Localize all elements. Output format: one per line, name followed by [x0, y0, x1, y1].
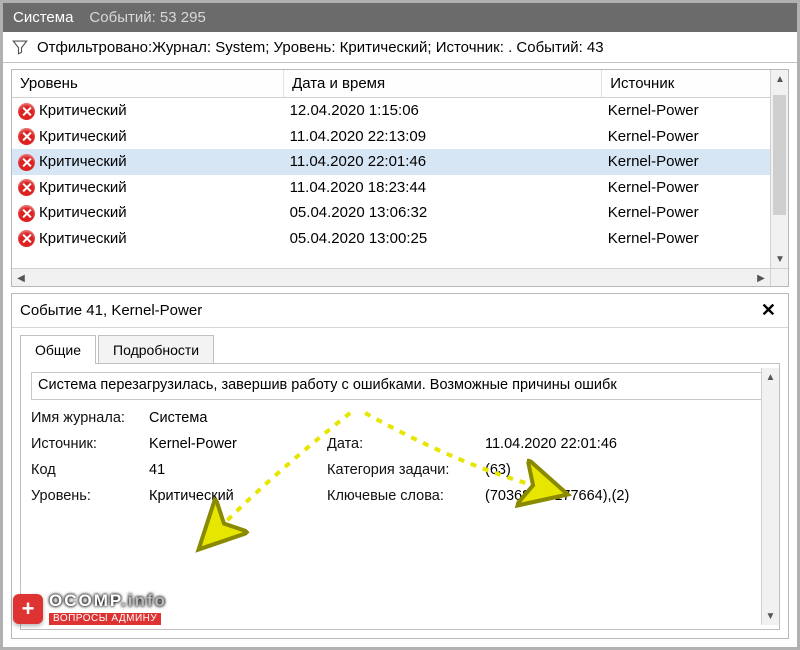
cell-level: Критический [39, 128, 127, 145]
table-row[interactable]: Критический 11.04.2020 22:13:09Kernel-Pow… [12, 124, 788, 150]
title-bar: Система Событий: 53 295 [3, 3, 797, 32]
tab-details[interactable]: Подробности [98, 335, 214, 364]
tab-general[interactable]: Общие [20, 335, 96, 364]
filter-bar: Отфильтровано:Журнал: System; Уровень: К… [3, 32, 797, 63]
cell-source: Kernel-Power [602, 175, 788, 201]
log-name-label: Имя журнала: [31, 410, 141, 426]
events-count: Событий: 53 295 [89, 9, 205, 26]
date-value: 11.04.2020 22:01:46 [485, 436, 769, 452]
detail-title: Событие 41, Kernel-Power [20, 302, 202, 319]
filter-icon [11, 38, 29, 56]
cell-source: Kernel-Power [602, 200, 788, 226]
scroll-right-icon[interactable]: ▶ [752, 269, 770, 287]
table-row[interactable]: Критический 11.04.2020 22:01:46Kernel-Pow… [12, 149, 788, 175]
cell-level: Критический [39, 230, 127, 247]
app-window: Система Событий: 53 295 Отфильтровано:Жу… [0, 0, 800, 650]
cell-level: Критический [39, 102, 127, 119]
code-label: Код [31, 462, 141, 478]
category-label: Категория задачи: [327, 462, 477, 478]
keywords-value: (70368744177664),(2) [485, 488, 769, 504]
col-datetime[interactable]: Дата и время [284, 70, 602, 98]
cell-source: Kernel-Power [602, 124, 788, 150]
scroll-corner [770, 269, 788, 287]
scroll-thumb[interactable] [773, 95, 786, 215]
col-level[interactable]: Уровень [12, 70, 284, 98]
close-icon[interactable]: ✕ [757, 300, 780, 321]
table-row[interactable]: Критический 12.04.2020 1:15:06Kernel-Powe… [12, 98, 788, 124]
error-icon [18, 103, 35, 120]
scroll-down-icon[interactable]: ▼ [771, 250, 789, 268]
source-value: Kernel-Power [149, 436, 319, 452]
error-icon [18, 205, 35, 222]
cell-source: Kernel-Power [602, 98, 788, 124]
cell-datetime: 11.04.2020 18:23:44 [284, 175, 602, 201]
error-icon [18, 230, 35, 247]
filter-text: Отфильтровано:Журнал: System; Уровень: К… [37, 39, 604, 56]
scroll-up-icon[interactable]: ▲ [762, 368, 779, 386]
error-icon [18, 154, 35, 171]
level-value: Критический [149, 488, 319, 504]
events-table[interactable]: Уровень Дата и время Источник Критически… [11, 69, 789, 287]
table-row[interactable]: Критический 05.04.2020 13:00:25Kernel-Pow… [12, 226, 788, 252]
code-value: 41 [149, 462, 319, 478]
cell-level: Критический [39, 153, 127, 170]
cell-datetime: 05.04.2020 13:06:32 [284, 200, 602, 226]
detail-header: Событие 41, Kernel-Power ✕ [12, 294, 788, 328]
error-icon [18, 179, 35, 196]
cell-datetime: 05.04.2020 13:00:25 [284, 226, 602, 252]
date-label: Дата: [327, 436, 477, 452]
col-source[interactable]: Источник [602, 70, 788, 98]
scroll-up-icon[interactable]: ▲ [771, 70, 789, 88]
cell-source: Kernel-Power [602, 226, 788, 252]
table-row[interactable]: Критический 11.04.2020 18:23:44Kernel-Pow… [12, 175, 788, 201]
scroll-down-icon[interactable]: ▼ [762, 607, 779, 625]
detail-vertical-scrollbar[interactable]: ▲ ▼ [761, 368, 779, 625]
title-text: Система [13, 9, 73, 26]
cell-source: Kernel-Power [602, 149, 788, 175]
table-row[interactable]: Критический 05.04.2020 13:06:32Kernel-Pow… [12, 200, 788, 226]
horizontal-scrollbar[interactable]: ◀ ▶ [12, 268, 788, 286]
error-icon [18, 128, 35, 145]
cell-datetime: 12.04.2020 1:15:06 [284, 98, 602, 124]
keywords-label: Ключевые слова: [327, 488, 477, 504]
category-value: (63) [485, 462, 769, 478]
tab-body-general: Система перезагрузилась, завершив работу… [20, 363, 780, 630]
scroll-left-icon[interactable]: ◀ [12, 269, 30, 287]
detail-tabs: Общие Подробности [12, 328, 788, 363]
log-name-value: Система [149, 410, 319, 426]
source-label: Источник: [31, 436, 141, 452]
level-label: Уровень: [31, 488, 141, 504]
event-description: Система перезагрузилась, завершив работу… [31, 372, 769, 400]
cell-level: Критический [39, 204, 127, 221]
event-properties: Имя журнала: Система Источник: Kernel-Po… [31, 410, 769, 504]
vertical-scrollbar[interactable]: ▲ ▼ [770, 70, 788, 268]
cell-datetime: 11.04.2020 22:13:09 [284, 124, 602, 150]
event-detail-pane: Событие 41, Kernel-Power ✕ Общие Подробн… [11, 293, 789, 639]
cell-datetime: 11.04.2020 22:01:46 [284, 149, 602, 175]
cell-level: Критический [39, 179, 127, 196]
